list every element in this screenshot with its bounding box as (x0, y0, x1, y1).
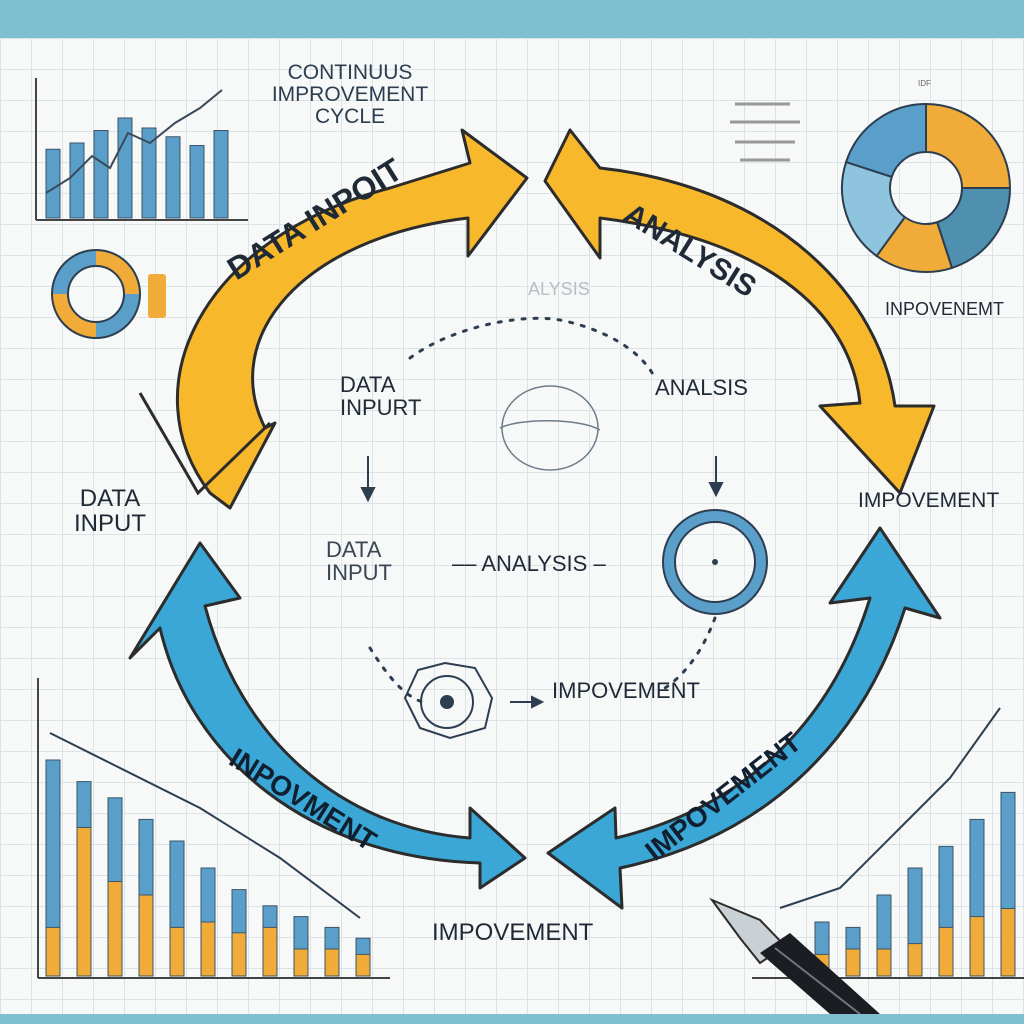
bar (293, 948, 309, 977)
label-improvement-right: IMPOVEMENT (858, 489, 1000, 512)
pie-slice (925, 102, 1012, 189)
center-data-input-line2: INPUT (326, 560, 392, 586)
center-data-input: DATA INPUT (326, 538, 392, 584)
bar (907, 943, 923, 977)
bar (876, 948, 892, 977)
bar (355, 953, 371, 977)
small-donut (51, 249, 141, 339)
diagram-canvas (35, 78, 1024, 1014)
inner-data-input: DATA INPURT (340, 373, 422, 419)
center-data-input-line1: DATA (326, 537, 382, 562)
title-line3: CYCLE (314, 105, 386, 129)
inner-cycle-center-doodle (499, 385, 601, 471)
bar (107, 881, 123, 977)
bar (324, 948, 340, 977)
bar (45, 148, 61, 219)
chart-top-left (35, 78, 248, 221)
inner-analysis: ANALSIS (655, 375, 748, 400)
arrow-improvement-left (128, 541, 527, 890)
center-analysis-dash-right: – (587, 551, 606, 576)
center-analysis-dash-left: –– (452, 551, 482, 576)
bar (138, 894, 154, 977)
bar (213, 130, 229, 219)
center-analysis: –– ANALYSIS – (452, 552, 606, 575)
ghost-analysis-label: ALYSIS (528, 279, 590, 299)
title: CONTINUUS IMPROVEMENT CYCLE (252, 61, 448, 129)
arrow-improvement-right (546, 526, 942, 910)
bar (262, 926, 278, 977)
bar (231, 932, 247, 977)
bar (165, 136, 181, 219)
bar (45, 926, 61, 977)
inner-donut-right (662, 509, 768, 615)
bar (969, 916, 985, 977)
bar (189, 145, 205, 219)
title-line1: CONTINUUS (287, 61, 413, 84)
bar (76, 827, 92, 977)
paper-sheet: CONTINUUS IMPROVEMENT CYCLE DATA INPOIT … (0, 38, 1024, 1014)
bar (169, 926, 185, 977)
bar (1000, 908, 1016, 977)
label-improvement-top-right: INPOVENEMT (885, 299, 1005, 319)
inner-data-input-line1: DATA (340, 372, 396, 397)
bar (200, 921, 216, 977)
label-data-input-outer: DATA INPUT (74, 485, 146, 538)
title-line2: IMPROVEMENT (271, 83, 429, 107)
label-improvement-bottom: IMPOVEMENT (432, 919, 594, 946)
bar (69, 142, 85, 219)
label-data-input-outer-line1: DATA (79, 485, 141, 512)
inner-data-input-line2: INPURT (340, 395, 422, 421)
donut-chart-top-right (841, 102, 1012, 273)
legend-lines (730, 102, 800, 162)
bar (938, 926, 954, 977)
pie-slice (844, 102, 927, 179)
bar (93, 130, 109, 219)
center-improvement: IMPOVEMENT (552, 678, 700, 703)
bar (845, 948, 861, 977)
corner-mark: IDF (918, 79, 931, 88)
center-analysis-text: ANALYSIS (481, 551, 588, 576)
label-data-input-outer-line2: INPUT (74, 510, 146, 538)
small-legend-swatch (148, 274, 166, 318)
